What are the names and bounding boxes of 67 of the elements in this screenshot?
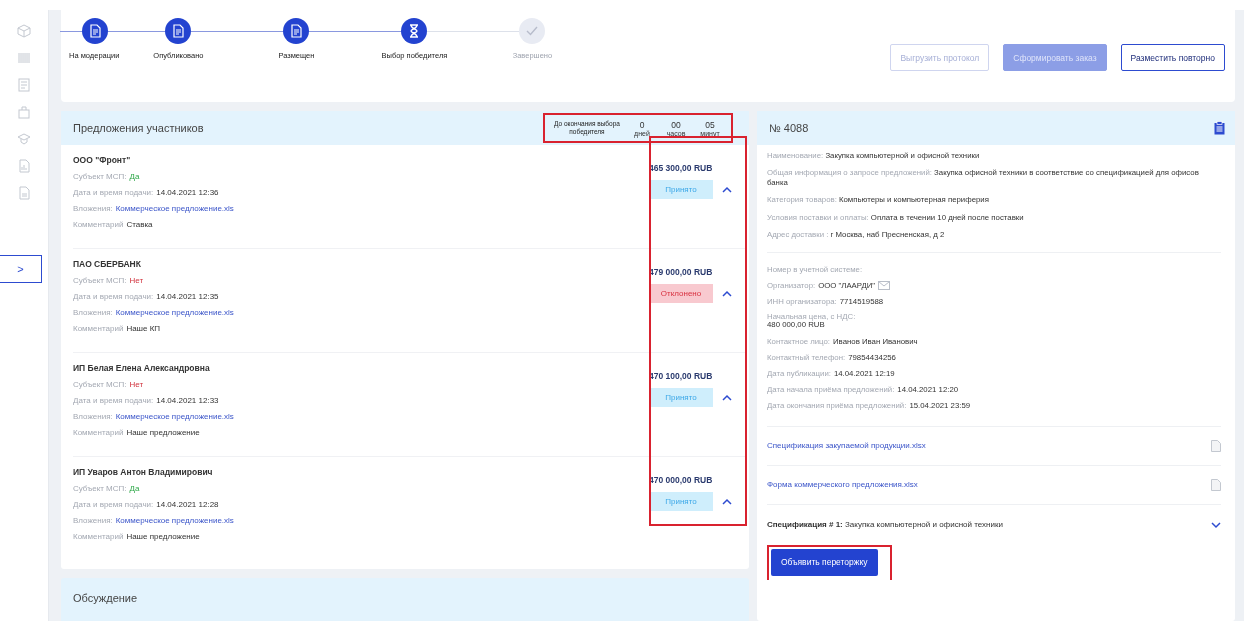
field-value: Ставка bbox=[126, 220, 153, 229]
participant-name: ООО "Фронт" bbox=[73, 155, 132, 165]
timer-value: 00 bbox=[671, 119, 681, 130]
field-value: 14.04.2021 12:35 bbox=[156, 292, 219, 301]
graduation-cap-icon[interactable] bbox=[17, 132, 31, 146]
participant-name: ИП Белая Елена Александровна bbox=[73, 363, 211, 373]
field-value: Наше предложение bbox=[126, 428, 200, 437]
field-value: 14.04.2021 12:28 bbox=[156, 500, 219, 509]
field-label: Вложения: bbox=[73, 516, 113, 525]
file-icon[interactable] bbox=[1211, 478, 1221, 491]
status-badge: Отклонено bbox=[649, 284, 713, 303]
panel-title: № 4088 bbox=[769, 122, 809, 134]
field-label: Вложения: bbox=[73, 204, 113, 213]
file-link[interactable]: Коммерческое предложение.xls bbox=[115, 516, 234, 525]
field-label: Дата и время подачи: bbox=[73, 396, 154, 405]
field-label: Субъект МСП: bbox=[73, 484, 127, 493]
file-link[interactable]: Коммерческое предложение.xls bbox=[115, 412, 234, 421]
document-icon[interactable] bbox=[17, 186, 31, 200]
field-label: Субъект МСП: bbox=[73, 380, 127, 389]
field-label: Субъект МСП: bbox=[73, 172, 127, 181]
field-label: Дата и время подачи: bbox=[73, 500, 154, 509]
field-label: Комментарий bbox=[73, 324, 124, 333]
panel-title: Обсуждение bbox=[73, 592, 138, 604]
timer-value: 05 bbox=[705, 119, 715, 130]
status-badge: Принято bbox=[649, 388, 713, 407]
field-value: Нет bbox=[129, 380, 144, 389]
field-label: Комментарий bbox=[73, 220, 124, 229]
participant-name: ПАО СБЕРБАНК bbox=[73, 259, 142, 269]
timer-value: 0 bbox=[639, 119, 645, 130]
specification-title: Спецификация # 1: Закупка компьютерной и офисной техники bbox=[767, 520, 1003, 530]
field-value: Да bbox=[129, 172, 140, 181]
field-value: Наше предложение bbox=[126, 532, 200, 541]
field-label: Вложения: bbox=[73, 308, 113, 317]
clipboard-icon[interactable] bbox=[1214, 121, 1225, 135]
mail-icon[interactable] bbox=[878, 280, 891, 290]
status-badge: Принято bbox=[649, 180, 713, 199]
sidebar-toggle-button[interactable]: > bbox=[0, 255, 42, 283]
participant-name: ИП Уваров Антон Владимирович bbox=[73, 467, 214, 477]
panel-title: Предложения участников bbox=[73, 122, 204, 134]
action-button[interactable]: Разместить повторно bbox=[1120, 44, 1225, 71]
field-label: Комментарий bbox=[73, 428, 124, 437]
chart-document-icon[interactable] bbox=[17, 159, 31, 173]
field-label: Дата и время подачи: bbox=[73, 292, 154, 301]
list-icon[interactable] bbox=[17, 78, 31, 92]
status-badge: Принято bbox=[649, 492, 713, 511]
field-value: Да bbox=[129, 484, 140, 493]
file-link[interactable]: Форма коммерческого предложения.xlsx bbox=[767, 480, 918, 490]
field-value: 14.04.2021 12:33 bbox=[156, 396, 219, 405]
cube-icon[interactable] bbox=[17, 24, 31, 38]
field-label: Комментарий bbox=[73, 532, 124, 541]
chevron-up-icon[interactable] bbox=[722, 497, 732, 506]
file-link[interactable]: Коммерческое предложение.xls bbox=[115, 204, 234, 213]
field-value: Наше КП bbox=[126, 324, 161, 333]
field-value: 14.04.2021 12:36 bbox=[156, 188, 219, 197]
field-label: Вложения: bbox=[73, 412, 113, 421]
file-icon[interactable] bbox=[1211, 439, 1221, 452]
field-value: Нет bbox=[129, 276, 144, 285]
file-link[interactable]: Коммерческое предложение.xls bbox=[115, 308, 234, 317]
rebid-button[interactable]: Объявить переторжку bbox=[771, 548, 878, 576]
chevron-up-icon[interactable] bbox=[722, 185, 732, 194]
file-link[interactable]: Спецификация закупаемой продукции.xlsx bbox=[767, 441, 926, 451]
chevron-up-icon[interactable] bbox=[722, 393, 732, 402]
chevron-up-icon[interactable] bbox=[722, 289, 732, 298]
field-label: Дата и время подачи: bbox=[73, 188, 154, 197]
field-label: Субъект МСП: bbox=[73, 276, 127, 285]
bag-icon[interactable] bbox=[17, 105, 31, 119]
chevron-down-icon[interactable] bbox=[1211, 520, 1221, 529]
